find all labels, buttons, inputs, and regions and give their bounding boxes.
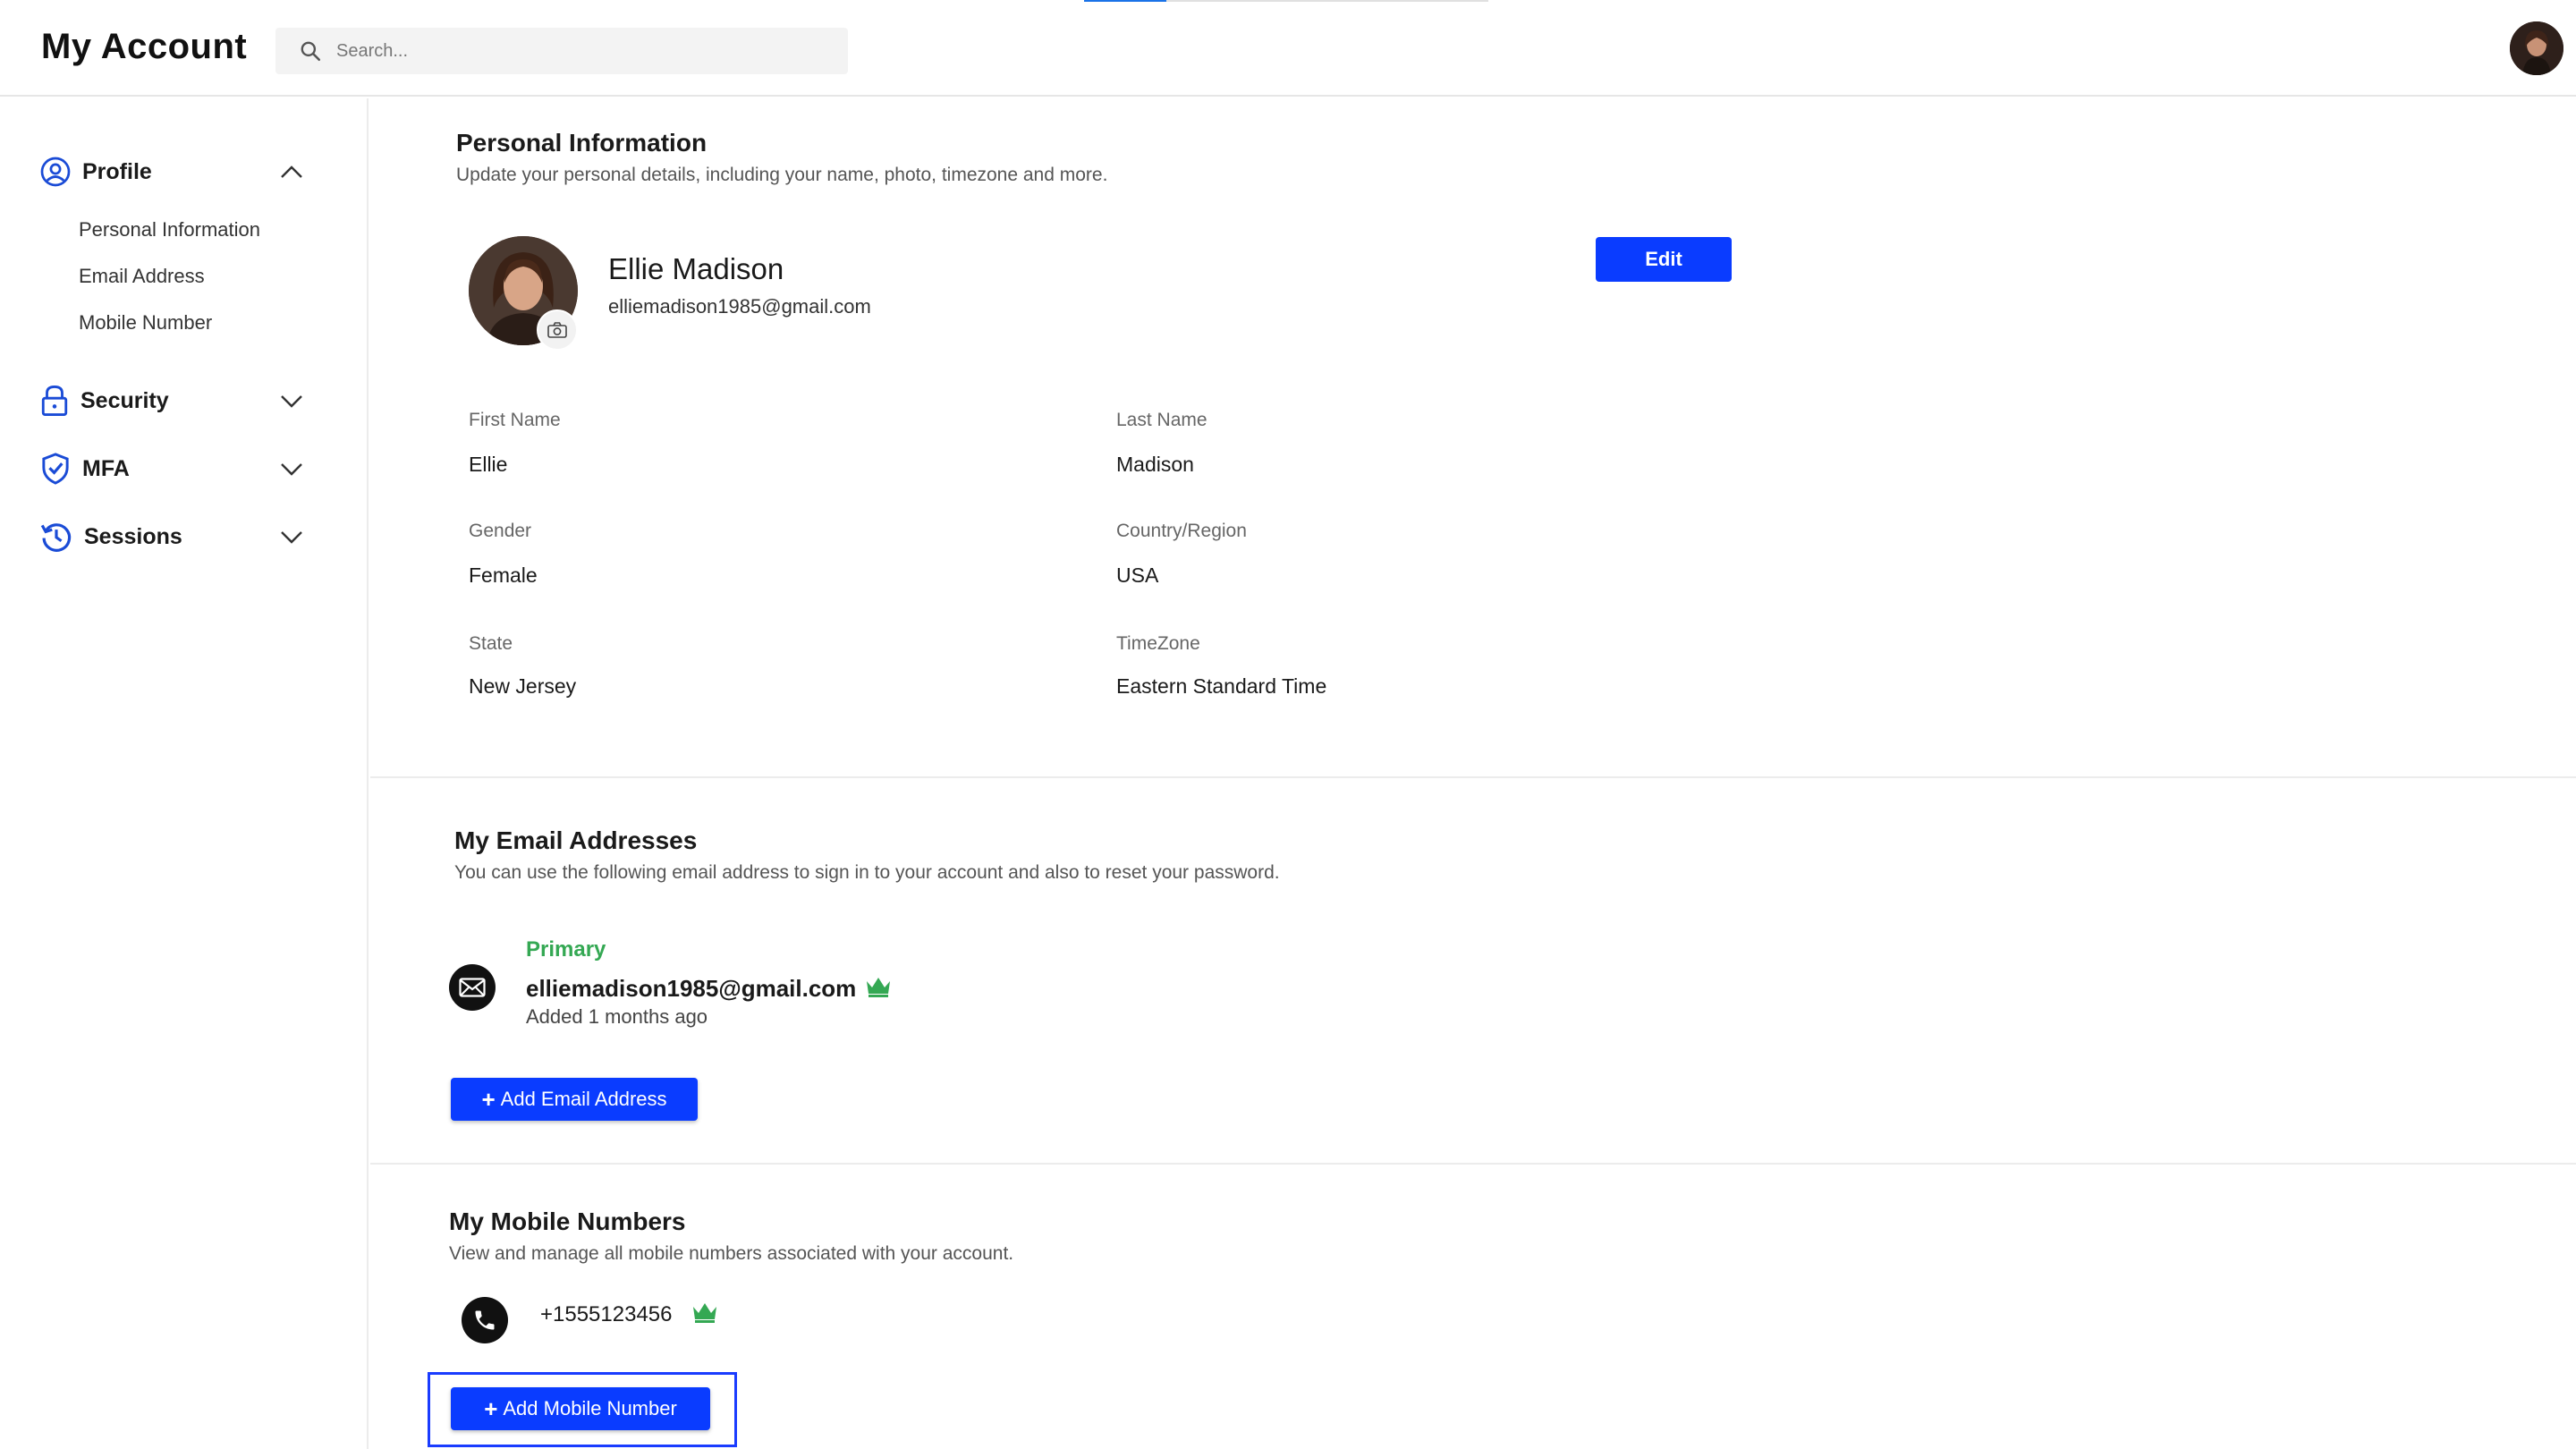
envelope-icon: [459, 978, 486, 997]
sidebar-subitem-personal-information[interactable]: Personal Information: [79, 218, 260, 242]
loading-indicator: [1084, 0, 1488, 2]
last-name-label: Last Name: [1116, 410, 1208, 430]
sidebar: [0, 98, 369, 1449]
email-section-title: My Email Addresses: [454, 826, 698, 854]
section-divider: [370, 776, 2576, 778]
sidebar-item-security[interactable]: Security: [39, 381, 304, 420]
last-name-value: Madison: [1116, 453, 1194, 476]
sidebar-label-sessions: Sessions: [84, 523, 182, 549]
search-bar[interactable]: [275, 28, 848, 74]
chevron-up-icon[interactable]: [279, 161, 304, 182]
personal-info-title: Personal Information: [456, 129, 708, 157]
profile-full-name: Ellie Madison: [608, 252, 784, 285]
phone-icon-badge: [462, 1297, 508, 1343]
email-icon-badge: [449, 964, 496, 1011]
email-section-description: You can use the following email address …: [454, 862, 1280, 883]
change-photo-button[interactable]: [537, 309, 578, 351]
mobile-section-title: My Mobile Numbers: [449, 1208, 686, 1235]
shield-check-icon: [42, 453, 69, 485]
primary-email-tag: Primary: [526, 937, 606, 962]
sidebar-item-profile[interactable]: Profile: [39, 152, 304, 191]
crown-icon: [693, 1303, 716, 1323]
chevron-down-icon[interactable]: [279, 390, 304, 411]
personal-info-description: Update your personal details, including …: [456, 165, 1108, 185]
sidebar-subitem-mobile-number[interactable]: Mobile Number: [79, 311, 212, 335]
gender-value: Female: [469, 564, 538, 587]
state-value: New Jersey: [469, 674, 577, 698]
plus-icon: +: [484, 1394, 498, 1422]
sidebar-label-profile: Profile: [82, 158, 152, 184]
chevron-down-icon[interactable]: [279, 526, 304, 547]
user-circle-icon: [40, 157, 71, 187]
lock-icon: [41, 385, 68, 416]
sidebar-item-sessions[interactable]: Sessions: [39, 517, 304, 556]
first-name-value: Ellie: [469, 453, 508, 476]
camera-icon: [547, 322, 567, 338]
phone-icon: [475, 1310, 495, 1330]
add-mobile-label: Add Mobile Number: [503, 1397, 677, 1419]
gender-label: Gender: [469, 521, 532, 541]
add-email-label: Add Email Address: [500, 1088, 667, 1110]
user-avatar[interactable]: [2510, 21, 2563, 75]
mobile-section-description: View and manage all mobile numbers assoc…: [449, 1243, 1014, 1264]
page-title: My Account: [41, 27, 248, 66]
add-email-button[interactable]: + Add Email Address: [451, 1078, 698, 1121]
sidebar-label-mfa: MFA: [82, 455, 130, 481]
edit-button[interactable]: Edit: [1596, 237, 1732, 282]
mobile-number-value: +1555123456: [540, 1302, 673, 1326]
country-label: Country/Region: [1116, 521, 1247, 541]
email-added-date: Added 1 months ago: [526, 1005, 708, 1028]
profile-email: elliemadison1985@gmail.com: [608, 295, 871, 318]
timezone-label: TimeZone: [1116, 633, 1200, 654]
sidebar-label-security: Security: [80, 387, 169, 413]
country-value: USA: [1116, 564, 1159, 587]
timezone-value: Eastern Standard Time: [1116, 674, 1327, 698]
sidebar-subitem-email-address[interactable]: Email Address: [79, 265, 205, 288]
add-mobile-button[interactable]: + Add Mobile Number: [451, 1387, 710, 1430]
plus-icon: +: [481, 1085, 496, 1113]
section-divider: [370, 1163, 2576, 1165]
search-input[interactable]: [336, 40, 819, 62]
first-name-label: First Name: [469, 410, 561, 430]
state-label: State: [469, 633, 513, 654]
sidebar-item-mfa[interactable]: MFA: [39, 449, 304, 488]
primary-email-address: elliemadison1985@gmail.com: [526, 975, 857, 1002]
crown-icon: [867, 978, 890, 997]
chevron-down-icon[interactable]: [279, 458, 304, 479]
search-icon: [301, 41, 321, 62]
history-icon: [40, 523, 72, 552]
top-header: My Account: [0, 0, 2576, 97]
